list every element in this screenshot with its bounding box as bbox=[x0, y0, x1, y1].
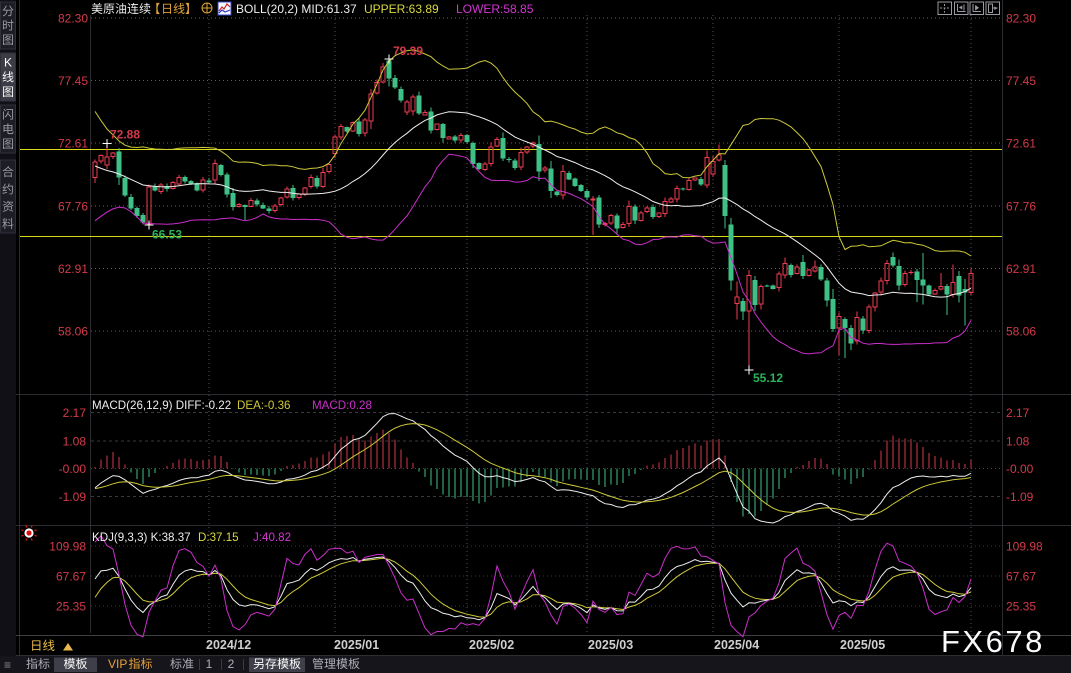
svg-text:66.53: 66.53 bbox=[152, 227, 182, 241]
svg-text:FX678: FX678 bbox=[941, 624, 1045, 659]
svg-text:2025/04: 2025/04 bbox=[714, 638, 759, 652]
svg-text:≡: ≡ bbox=[4, 658, 11, 672]
svg-text:25.35: 25.35 bbox=[56, 600, 86, 614]
svg-text:82.30: 82.30 bbox=[1006, 12, 1036, 26]
svg-text:72.61: 72.61 bbox=[1006, 137, 1036, 151]
svg-text:-0.00: -0.00 bbox=[59, 462, 87, 476]
svg-text:2024/12: 2024/12 bbox=[206, 638, 251, 652]
svg-text:67.76: 67.76 bbox=[58, 199, 88, 213]
svg-text:72.61: 72.61 bbox=[58, 137, 88, 151]
svg-text:2025/05: 2025/05 bbox=[840, 638, 885, 652]
svg-text:K: K bbox=[4, 56, 12, 70]
svg-text:1: 1 bbox=[206, 657, 213, 671]
svg-text:-0.00: -0.00 bbox=[1006, 462, 1034, 476]
svg-text:77.45: 77.45 bbox=[1006, 74, 1036, 88]
svg-text:62.91: 62.91 bbox=[1006, 262, 1036, 276]
svg-text:D:37.15: D:37.15 bbox=[198, 531, 239, 544]
svg-text:58.06: 58.06 bbox=[1006, 325, 1036, 339]
svg-text:KDJ(9,3,3) K:38.37: KDJ(9,3,3) K:38.37 bbox=[92, 531, 191, 544]
svg-text:2025/01: 2025/01 bbox=[334, 638, 379, 652]
svg-text:58.06: 58.06 bbox=[58, 325, 88, 339]
svg-text:UPPER:63.89: UPPER:63.89 bbox=[364, 2, 439, 16]
svg-text:77.45: 77.45 bbox=[58, 74, 88, 88]
svg-text:72.88: 72.88 bbox=[110, 128, 140, 142]
svg-text:2025/03: 2025/03 bbox=[588, 638, 633, 652]
svg-text:DEA:-0.36: DEA:-0.36 bbox=[237, 399, 291, 412]
svg-text:1.08: 1.08 bbox=[63, 434, 87, 448]
svg-text:-1.09: -1.09 bbox=[59, 490, 87, 504]
svg-text:25.35: 25.35 bbox=[1006, 600, 1036, 614]
svg-text:67.76: 67.76 bbox=[1006, 199, 1036, 213]
svg-text:79.39: 79.39 bbox=[393, 44, 423, 58]
svg-text:109.98: 109.98 bbox=[49, 540, 86, 554]
svg-text:VIP: VIP bbox=[108, 657, 127, 671]
svg-text:2.17: 2.17 bbox=[1006, 406, 1030, 420]
svg-text:J:40.82: J:40.82 bbox=[253, 531, 291, 544]
svg-text:62.91: 62.91 bbox=[58, 262, 88, 276]
svg-text:LOWER:58.85: LOWER:58.85 bbox=[456, 2, 534, 16]
svg-text:109.98: 109.98 bbox=[1006, 540, 1043, 554]
svg-text:MACD:0.28: MACD:0.28 bbox=[312, 399, 372, 412]
svg-text:1.08: 1.08 bbox=[1006, 434, 1030, 448]
svg-text:67.67: 67.67 bbox=[1006, 570, 1036, 584]
svg-text:MACD(26,12,9) DIFF:-0.22: MACD(26,12,9) DIFF:-0.22 bbox=[92, 399, 231, 412]
svg-text:-1.09: -1.09 bbox=[1006, 490, 1034, 504]
svg-text:BOLL(20,2) MID:61.37: BOLL(20,2) MID:61.37 bbox=[236, 2, 357, 16]
svg-text:2: 2 bbox=[228, 657, 235, 671]
svg-text:55.12: 55.12 bbox=[753, 371, 783, 385]
svg-text:2.17: 2.17 bbox=[63, 406, 87, 420]
svg-text:67.67: 67.67 bbox=[56, 570, 86, 584]
svg-text:82.30: 82.30 bbox=[58, 12, 88, 26]
svg-text:2025/02: 2025/02 bbox=[469, 638, 514, 652]
